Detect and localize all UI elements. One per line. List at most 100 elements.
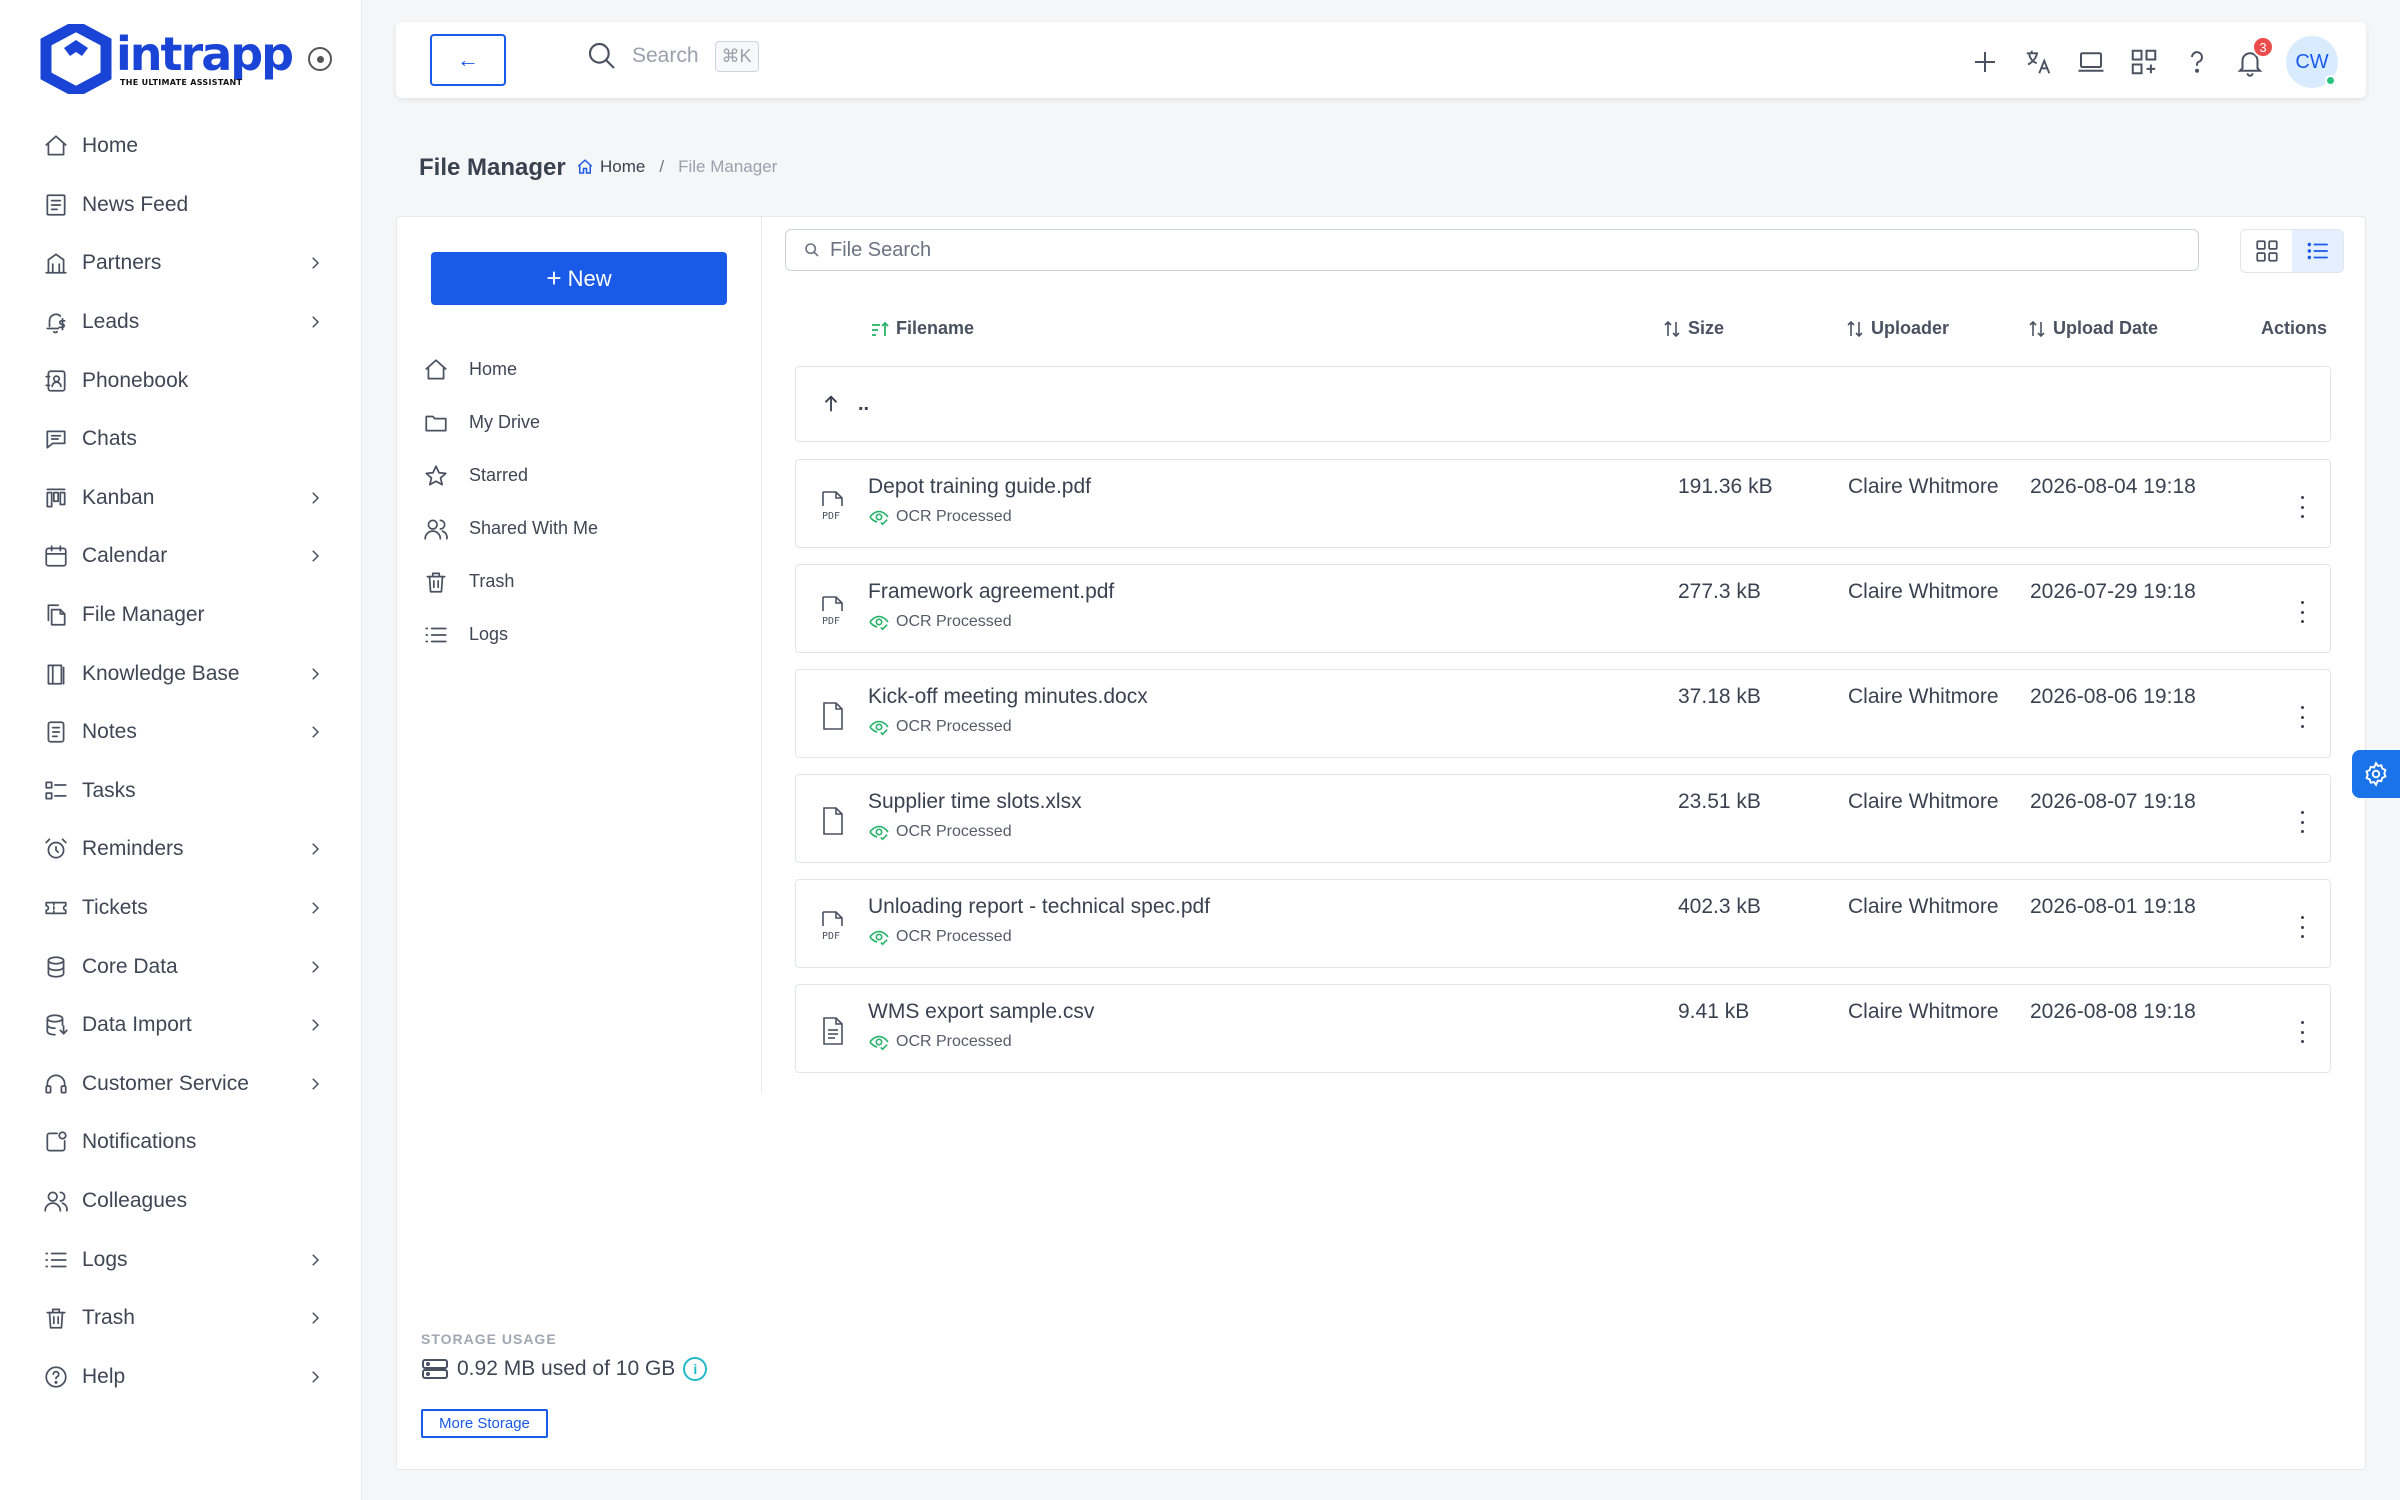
brand-name: intrapp: [116, 26, 294, 81]
settings-customizer-button[interactable]: [2352, 750, 2400, 798]
more-actions-icon[interactable]: [2296, 1021, 2308, 1043]
file-name[interactable]: Framework agreement.pdf: [868, 580, 1114, 604]
notifications-bell-icon[interactable]: 3: [2232, 36, 2274, 80]
translate-icon[interactable]: [2020, 44, 2056, 80]
sidebar-item-calendar[interactable]: Calendar: [0, 527, 362, 586]
column-header-uploader[interactable]: Uploader: [1845, 318, 1949, 339]
sidebar-item-help[interactable]: Help: [0, 1347, 362, 1406]
sidebar-item-trash[interactable]: Trash: [0, 1289, 362, 1348]
add-icon[interactable]: [1967, 44, 2003, 80]
sidebar-item-phonebook[interactable]: Phonebook: [0, 351, 362, 410]
fm-nav-my-drive[interactable]: My Drive: [421, 396, 598, 449]
more-actions-icon[interactable]: [2296, 496, 2308, 518]
fm-nav-logs[interactable]: Logs: [421, 608, 598, 661]
sidebar-item-partners[interactable]: Partners: [0, 234, 362, 293]
fm-nav-home[interactable]: Home: [421, 343, 598, 396]
help-icon[interactable]: [2179, 44, 2215, 80]
pdf-file-icon: PDF: [818, 910, 848, 942]
more-actions-icon[interactable]: [2296, 811, 2308, 833]
file-name[interactable]: Unloading report - technical spec.pdf: [868, 895, 1210, 919]
file-row[interactable]: PDF Depot training guide.pdf OCR Processed…: [795, 459, 2331, 548]
apps-grid-icon[interactable]: [2126, 44, 2162, 80]
text-file-icon: [818, 1015, 848, 1047]
sidebar-item-leads[interactable]: Leads: [0, 293, 362, 352]
column-header-upload-date[interactable]: Upload Date: [2027, 318, 2158, 339]
list-view-button[interactable]: [2292, 230, 2343, 272]
fm-nav-trash[interactable]: Trash: [421, 555, 598, 608]
parent-directory-row[interactable]: ..: [795, 366, 2331, 442]
file-row[interactable]: Kick-off meeting minutes.docx OCR Process…: [795, 669, 2331, 758]
sidebar-item-knowledge-base[interactable]: Knowledge Base: [0, 644, 362, 703]
file-row[interactable]: PDF Framework agreement.pdf OCR Processed 2…: [795, 564, 2331, 653]
sidebar-item-notes[interactable]: Notes: [0, 703, 362, 762]
fm-nav-label: My Drive: [469, 412, 540, 432]
brand-logo[interactable]: intrapp THE ULTIMATE ASSISTANT: [40, 24, 294, 94]
more-actions-icon[interactable]: [2296, 706, 2308, 728]
sidebar-item-home[interactable]: Home: [0, 117, 362, 176]
more-storage-button[interactable]: More Storage: [421, 1409, 548, 1438]
eye-check-icon: [869, 510, 889, 526]
file-row[interactable]: PDF Unloading report - technical spec.pdf…: [795, 879, 2331, 968]
search-shortcut: ⌘K: [714, 40, 759, 72]
sidebar-item-kanban[interactable]: Kanban: [0, 469, 362, 528]
file-row[interactable]: Supplier time slots.xlsx OCR Processed 23.…: [795, 774, 2331, 863]
sidebar-item-news-feed[interactable]: News Feed: [0, 176, 362, 235]
sidebar-item-colleagues[interactable]: Colleagues: [0, 1172, 362, 1231]
fm-nav-starred[interactable]: Starred: [421, 449, 598, 502]
sidebar-item-tickets[interactable]: Tickets: [0, 879, 362, 938]
parent-directory-label: ..: [858, 392, 870, 415]
back-button[interactable]: ←: [430, 34, 506, 86]
file-upload-date: 2026-08-07 19:18: [2030, 790, 2196, 813]
file-name[interactable]: Supplier time slots.xlsx: [868, 790, 1082, 814]
book-icon: [42, 660, 70, 688]
file-size: 402.3 kB: [1678, 895, 1761, 918]
fm-nav-shared-with-me[interactable]: Shared With Me: [421, 502, 598, 555]
ocr-status: OCR Processed: [868, 718, 1012, 736]
file-row[interactable]: WMS export sample.csv OCR Processed 9.41 k…: [795, 984, 2331, 1073]
laptop-icon[interactable]: [2073, 44, 2109, 80]
new-file-button[interactable]: + New: [431, 252, 727, 305]
global-search[interactable]: Search ⌘K: [586, 40, 759, 72]
sidebar-item-notifications[interactable]: Notifications: [0, 1113, 362, 1172]
storage-drive-icon: [422, 1359, 448, 1379]
sidebar-item-label: Core Data: [82, 954, 178, 978]
help-icon: [42, 1363, 70, 1391]
sidebar-item-label: Home: [82, 134, 139, 158]
user-avatar[interactable]: CW: [2286, 36, 2338, 88]
sidebar-item-reminders[interactable]: Reminders: [0, 820, 362, 879]
more-actions-icon[interactable]: [2296, 916, 2308, 938]
bell-dollar-icon: [42, 308, 70, 336]
storage-usage: STORAGE USAGE 0.92 MB used of 10 GB i Mo…: [421, 1331, 708, 1438]
fm-nav-label: Home: [469, 359, 518, 379]
column-header-filename[interactable]: Filename: [870, 318, 974, 339]
grid-view-button[interactable]: [2241, 230, 2292, 272]
sidebar-item-tasks[interactable]: Tasks: [0, 762, 362, 821]
column-header-actions: Actions: [2261, 318, 2327, 339]
breadcrumb-home-link[interactable]: Home: [600, 157, 645, 177]
breadcrumb-separator: /: [659, 157, 665, 176]
sidebar-item-label: Kanban: [82, 485, 155, 509]
file-name[interactable]: Kick-off meeting minutes.docx: [868, 685, 1148, 709]
sidebar-item-data-import[interactable]: Data Import: [0, 996, 362, 1055]
sidebar-item-chats[interactable]: Chats: [0, 410, 362, 469]
sidebar-item-file-manager[interactable]: File Manager: [0, 586, 362, 645]
folder-icon: [421, 408, 451, 438]
sidebar-toggle-button[interactable]: [308, 47, 332, 71]
sidebar-item-customer-service[interactable]: Customer Service: [0, 1055, 362, 1114]
sidebar-item-label: Colleagues: [82, 1188, 188, 1212]
eye-check-icon: [869, 825, 889, 841]
file-search-input[interactable]: File Search: [785, 229, 2199, 271]
sidebar-item-core-data[interactable]: Core Data: [0, 937, 362, 996]
sidebar-item-label: News Feed: [82, 192, 189, 216]
sidebar-item-label: Leads: [82, 310, 140, 334]
file-name[interactable]: WMS export sample.csv: [868, 1000, 1094, 1024]
column-header-size[interactable]: Size: [1662, 318, 1724, 339]
chevron-right-icon: [312, 1078, 320, 1090]
actions-header-label: Actions: [2261, 318, 2328, 338]
info-icon[interactable]: i: [683, 1357, 708, 1381]
file-name[interactable]: Depot training guide.pdf: [868, 475, 1091, 499]
more-actions-icon[interactable]: [2296, 601, 2308, 623]
files-icon: [42, 601, 70, 629]
sidebar-item-logs[interactable]: Logs: [0, 1230, 362, 1289]
sidebar-item-label: Tasks: [82, 778, 136, 802]
